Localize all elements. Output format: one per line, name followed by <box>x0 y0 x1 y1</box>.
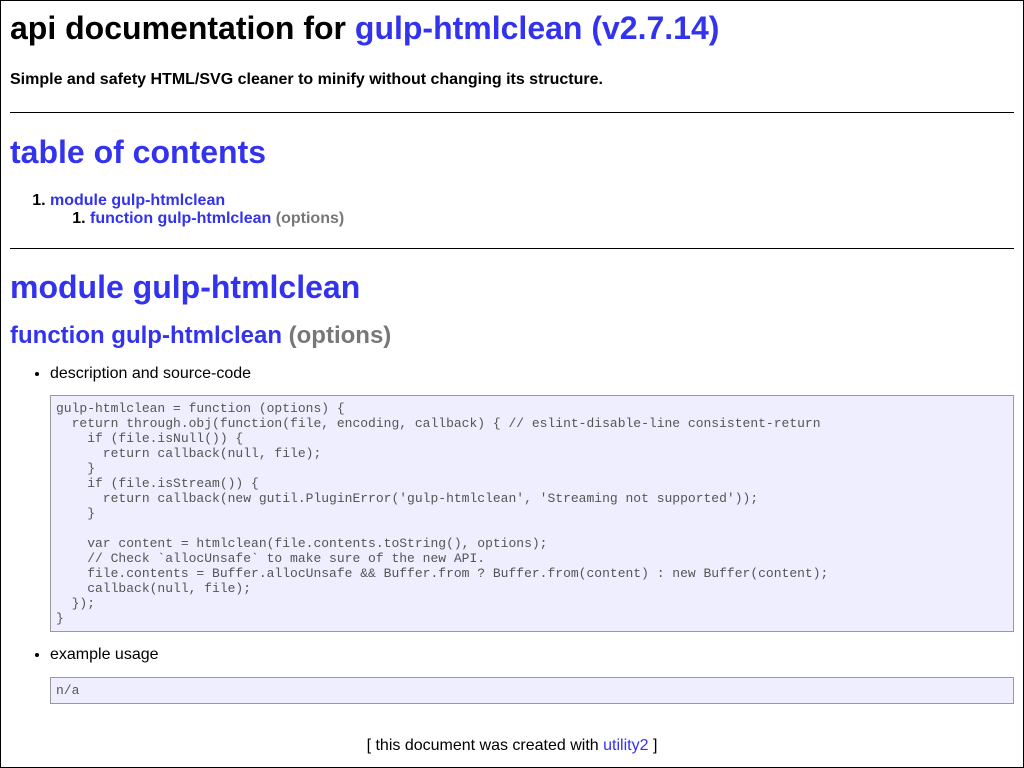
example-code-block: n/a <box>50 677 1014 704</box>
source-code-block: gulp-htmlclean = function (options) { re… <box>50 395 1014 632</box>
module-heading: module gulp-htmlclean <box>10 269 361 305</box>
section-description: description and source-code gulp-htmlcle… <box>50 365 1014 632</box>
function-name-link[interactable]: function gulp-htmlclean <box>10 322 282 349</box>
toc-function-signature: (options) <box>275 210 345 227</box>
package-description: Simple and safety HTML/SVG cleaner to mi… <box>10 71 603 88</box>
divider <box>10 112 1014 113</box>
toc-item-module: module gulp-htmlclean function gulp-html… <box>50 192 1014 228</box>
section-example-label: example usage <box>50 646 159 663</box>
page-title: api documentation for gulp-htmlclean (v2… <box>10 1 1014 46</box>
toc-list: module gulp-htmlclean function gulp-html… <box>10 192 1014 228</box>
function-sections: description and source-code gulp-htmlcle… <box>10 365 1014 704</box>
toc-link-module[interactable]: module gulp-htmlclean <box>50 192 225 209</box>
page-title-prefix: api documentation for <box>10 10 346 46</box>
documentation-page: api documentation for gulp-htmlclean (v2… <box>1 1 1023 767</box>
divider <box>10 248 1014 249</box>
toc-item-function: function gulp-htmlclean (options) <box>90 210 1014 228</box>
section-description-label: description and source-code <box>50 365 252 382</box>
function-signature: (options) <box>288 322 392 349</box>
toc-heading: table of contents <box>10 134 267 170</box>
package-title-link[interactable]: gulp-htmlclean (v2.7.14) <box>355 10 720 46</box>
function-heading: function gulp-htmlclean (options) <box>10 322 1014 350</box>
footer: [ this document was created with utility… <box>10 737 1014 755</box>
footer-suffix: ] <box>652 737 658 754</box>
utility2-link[interactable]: utility2 <box>603 737 648 754</box>
toc-sublist: function gulp-htmlclean (options) <box>50 210 1014 228</box>
footer-prefix: [ this document was created with <box>366 737 599 754</box>
toc-link-function[interactable]: function gulp-htmlclean <box>90 210 271 227</box>
section-example: example usage n/a <box>50 646 1014 704</box>
